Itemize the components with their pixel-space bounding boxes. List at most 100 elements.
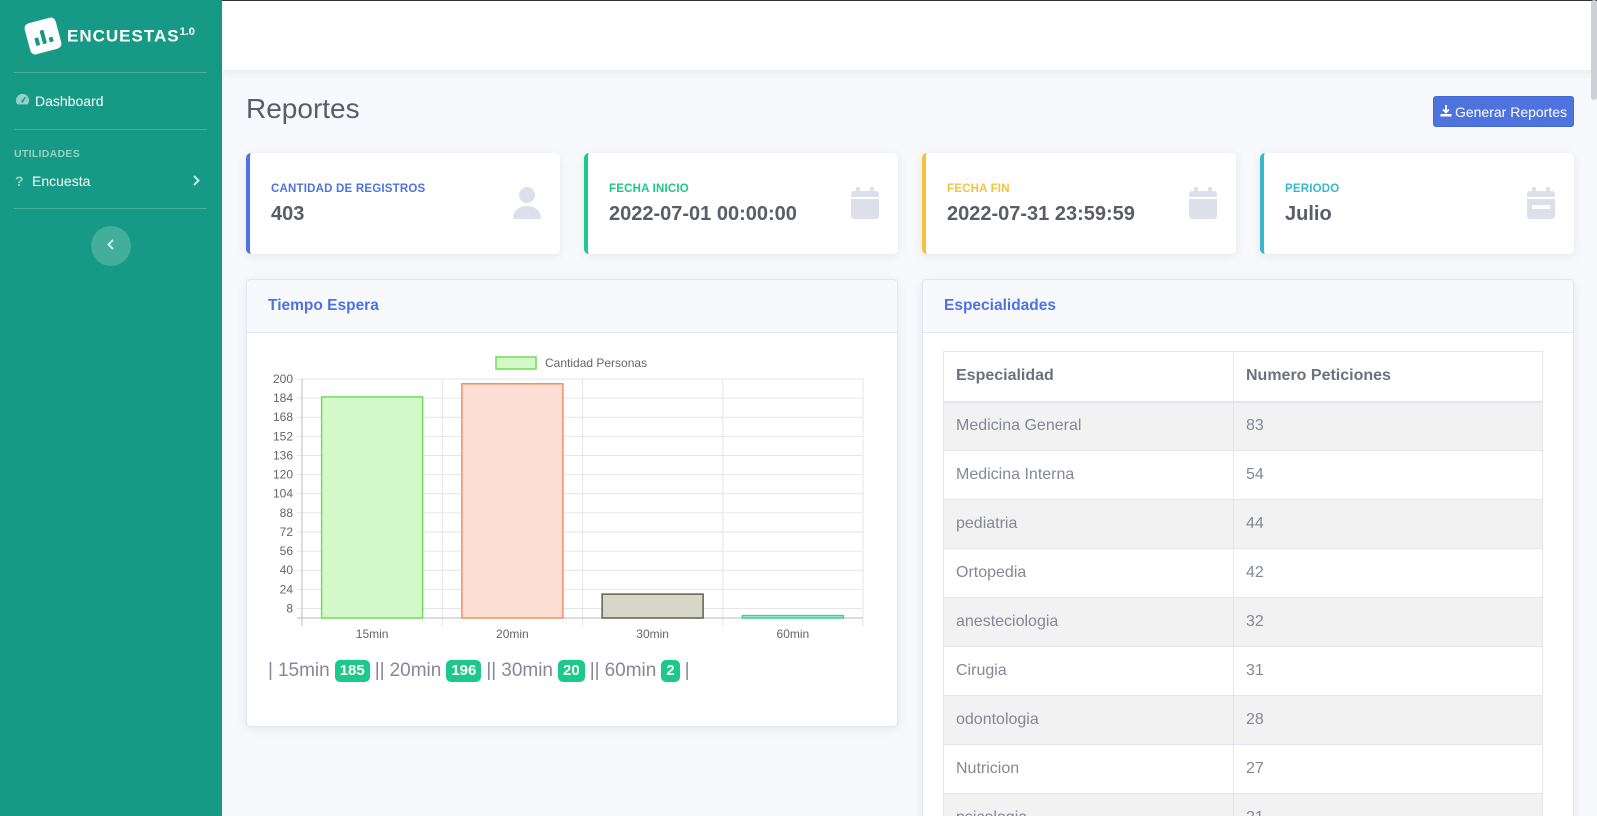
sidebar-item-label: Dashboard <box>35 93 104 109</box>
brand-version: 1.0 <box>179 25 195 38</box>
brand-logo-icon <box>23 16 63 56</box>
summary-label: 60min <box>604 660 657 681</box>
chart-summary: | 15min 185 || 20min 196 || 30min 20 || … <box>268 660 690 682</box>
column-header[interactable]: Especialidad <box>943 351 1234 403</box>
y-tick-label: 152 <box>273 429 293 443</box>
summary-badge: 20 <box>558 660 585 682</box>
generate-reports-button[interactable]: Generar Reportes <box>1433 96 1574 127</box>
y-tick-label: 8 <box>286 601 293 615</box>
chevron-right-icon <box>192 173 200 189</box>
calendar-icon <box>850 186 880 220</box>
peticiones-cell: 28 <box>1233 695 1543 745</box>
especialidades-table: Especialidad Numero Peticiones Medicina … <box>943 351 1543 816</box>
y-tick-label: 72 <box>280 525 294 539</box>
sidebar-divider <box>14 208 207 209</box>
especialidad-cell: Medicina General <box>943 401 1234 451</box>
stat-label: PERIODO <box>1285 183 1340 195</box>
peticiones-cell: 31 <box>1233 646 1543 696</box>
legend-label: Cantidad Personas <box>545 356 647 370</box>
bar <box>741 614 845 619</box>
brand-name: ENCUESTAS1.0 <box>67 25 195 46</box>
y-tick-label: 120 <box>273 468 293 482</box>
especialidad-cell: Cirugia <box>943 646 1234 696</box>
stat-card-fecha-fin: FECHA FIN 2022-07-31 23:59:59 <box>922 153 1236 254</box>
peticiones-cell: 42 <box>1233 548 1543 598</box>
table-row: Nutricion 27 <box>943 744 1543 794</box>
x-tick-label: 20min <box>496 627 529 641</box>
question-icon: ? <box>15 173 24 189</box>
table-row: Medicina Interna 54 <box>943 450 1543 500</box>
bar <box>461 383 564 619</box>
y-tick-label: 56 <box>280 544 294 558</box>
column-header[interactable]: Numero Peticiones <box>1233 351 1543 403</box>
peticiones-cell: 21 <box>1233 793 1543 816</box>
y-tick-label: 136 <box>273 448 293 462</box>
y-tick-label: 40 <box>280 563 294 577</box>
y-tick-label: 104 <box>273 487 293 501</box>
peticiones-cell: 44 <box>1233 499 1543 549</box>
y-tick-label: 184 <box>273 391 293 405</box>
peticiones-cell: 83 <box>1233 401 1543 451</box>
calendar-icon <box>1188 186 1218 220</box>
especialidad-cell: pediatria <box>943 499 1234 549</box>
sidebar-toggle-button[interactable] <box>91 226 131 266</box>
table-row: Ortopedia 42 <box>943 548 1543 598</box>
bar <box>601 593 704 619</box>
sidebar-item-dashboard[interactable]: Dashboard <box>0 73 222 129</box>
sidebar-item-encuesta[interactable]: ? Encuesta <box>0 162 222 208</box>
summary-label: 30min <box>501 660 553 681</box>
table-header-row: Especialidad Numero Peticiones <box>943 351 1543 403</box>
legend-swatch <box>495 356 537 370</box>
stat-card-fecha-inicio: FECHA INICIO 2022-07-01 00:00:00 <box>584 153 898 254</box>
table-row: anesteciologia 32 <box>943 597 1543 647</box>
chevron-left-icon <box>107 237 115 255</box>
peticiones-cell: 27 <box>1233 744 1543 794</box>
peticiones-cell: 54 <box>1233 450 1543 500</box>
stat-label: FECHA INICIO <box>609 183 689 195</box>
brand[interactable]: ENCUESTAS1.0 <box>0 0 222 72</box>
especialidad-cell: Ortopedia <box>943 548 1234 598</box>
stat-label: FECHA FIN <box>947 183 1010 195</box>
y-tick-label: 24 <box>280 582 294 596</box>
table-row: Cirugia 31 <box>943 646 1543 696</box>
chart-card: Tiempo Espera 8 24 40 56 72 88 104 120 136 152 168… <box>246 279 898 727</box>
stat-value: 2022-07-31 23:59:59 <box>947 203 1135 225</box>
summary-label: 15min <box>277 660 330 681</box>
stat-value: Julio <box>1285 203 1332 225</box>
x-tick-label: 15min <box>356 627 389 641</box>
stat-card-registros: CANTIDAD DE REGISTROS 403 <box>246 153 560 254</box>
especialidad-cell: psicologia <box>943 793 1234 816</box>
x-tick-label: 30min <box>636 627 669 641</box>
y-tick-label: 168 <box>273 410 293 424</box>
tachometer-icon <box>15 93 35 109</box>
especialidad-cell: odontologia <box>943 695 1234 745</box>
y-tick-label: 88 <box>280 506 294 520</box>
especialidad-cell: Medicina Interna <box>943 450 1234 500</box>
summary-label: 20min <box>389 660 442 681</box>
sidebar-heading: UTILIDADES <box>14 148 80 160</box>
topbar <box>222 0 1597 70</box>
especialidad-cell: anesteciologia <box>943 597 1234 647</box>
download-icon <box>1440 104 1452 120</box>
user-icon <box>512 186 542 220</box>
bar <box>320 396 424 619</box>
stat-value: 2022-07-01 00:00:00 <box>609 203 797 225</box>
stat-label: CANTIDAD DE REGISTROS <box>271 183 426 195</box>
page-title: Reportes <box>246 93 360 124</box>
sidebar: ENCUESTAS1.0 Dashboard UTILIDADES ? Encu… <box>0 0 222 816</box>
table-row: Medicina General 83 <box>943 401 1543 451</box>
table-row: pediatria 44 <box>943 499 1543 549</box>
bar-chart: 8 24 40 56 72 88 104 120 136 152 168 184 200 15min 20m… <box>273 356 864 641</box>
especialidades-card-title: Especialidades <box>923 280 1573 333</box>
calendar-minus-icon <box>1526 186 1556 220</box>
summary-badge: 2 <box>661 660 680 682</box>
peticiones-cell: 32 <box>1233 597 1543 647</box>
sidebar-item-label: Encuesta <box>32 173 91 189</box>
table-row: psicologia21 <box>943 793 1543 816</box>
stat-card-periodo: PERIODO Julio <box>1260 153 1574 254</box>
generate-reports-label: Generar Reportes <box>1454 103 1568 120</box>
summary-badge: 185 <box>334 660 370 682</box>
summary-badge: 196 <box>446 660 482 682</box>
stat-value: 403 <box>271 203 305 225</box>
scrollbar[interactable] <box>1591 0 1597 100</box>
